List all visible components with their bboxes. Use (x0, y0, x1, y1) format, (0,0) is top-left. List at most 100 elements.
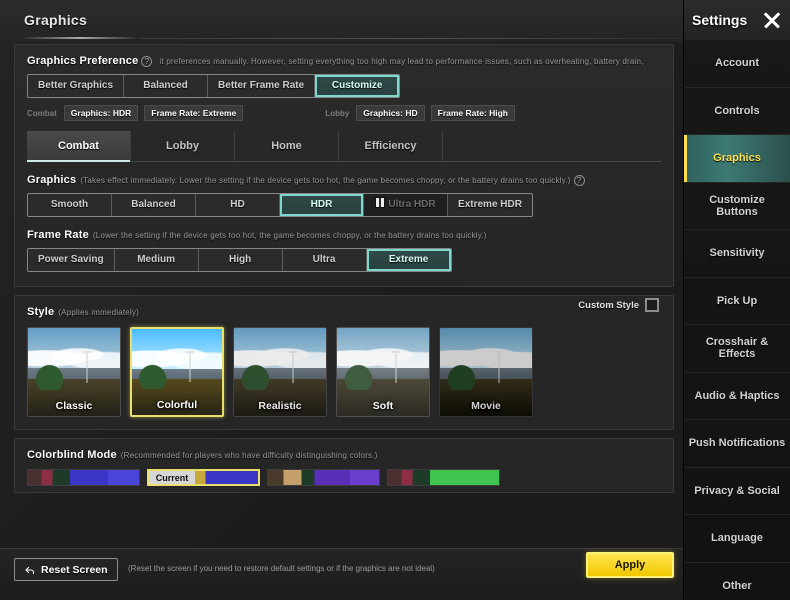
style-card-row[interactable]: Classic Colorful Realistic Soft Movie (27, 327, 661, 417)
sidebar-item-controls[interactable]: Controls (684, 88, 790, 135)
tab-efficiency[interactable]: Efficiency (339, 131, 443, 161)
sidebar-item-sensitivity[interactable]: Sensitivity (684, 230, 790, 278)
graphics-quality-description: (Takes effect immediately. Lower the set… (80, 176, 571, 185)
frame-rate-title: Frame Rate (27, 229, 89, 241)
frame-rate-option-high[interactable]: High (198, 249, 283, 271)
style-label-colorful: Colorful (156, 399, 198, 411)
preference-option-better-graphics[interactable]: Better Graphics (28, 75, 125, 97)
sidebar-item-graphics[interactable]: Graphics (684, 135, 790, 183)
graphics-option-hd[interactable]: HD (196, 194, 280, 216)
summary-combat-key: Combat (27, 108, 57, 118)
colorblind-swatch-row[interactable]: Current (27, 469, 661, 486)
colorblind-swatch-3[interactable] (267, 469, 380, 486)
bottom-bar: Reset Screen (Reset the screen if you ne… (0, 548, 683, 600)
thumbnail-tower (495, 350, 504, 383)
sidebar-item-privacy-social[interactable]: Privacy & Social (684, 468, 790, 515)
question-mark-icon[interactable]: ? (141, 55, 153, 67)
graphics-option-ultra-hdr: Ultra HDR (364, 194, 448, 216)
frame-rate-description: (Lower the setting if the device gets to… (92, 231, 487, 240)
colorblind-swatch-4[interactable] (387, 469, 500, 486)
graphics-preference-title: Graphics Preference (27, 55, 139, 67)
sidebar-header: Settings (684, 0, 790, 40)
style-label-movie: Movie (471, 400, 501, 412)
style-card-movie[interactable]: Movie (439, 327, 533, 417)
colorblind-title: Colorblind Mode (27, 449, 117, 461)
preference-summary-row: Combat Graphics: HDR Frame Rate: Extreme… (27, 105, 661, 121)
tab-combat[interactable]: Combat (27, 131, 131, 162)
apply-button[interactable]: Apply (586, 552, 674, 578)
settings-screen: Graphics Graphics Preference? it preferen… (0, 0, 790, 600)
summary-combat-frame-rate: Frame Rate: Extreme (144, 105, 244, 121)
frame-rate-option-power-saving[interactable]: Power Saving (28, 249, 115, 271)
colorblind-swatch-2[interactable]: Current (147, 469, 260, 486)
thumbnail-tree (445, 363, 477, 390)
page-title: Graphics (24, 12, 88, 28)
sidebar-item-other[interactable]: Other (684, 563, 790, 600)
style-label-classic: Classic (55, 400, 93, 412)
frame-rate-option-medium[interactable]: Medium (114, 249, 199, 271)
frame-rate-header: Frame Rate (Lower the setting if the devi… (27, 229, 661, 241)
colorblind-current-label: Current (149, 471, 195, 484)
graphics-option-hdr[interactable]: HDR (280, 194, 364, 216)
sidebar-item-account[interactable]: Account (684, 40, 790, 88)
graphics-quality-segmented[interactable]: Smooth Balanced HD HDR Ultra HDR Extreme… (27, 193, 533, 217)
title-divider (140, 38, 683, 39)
frame-rate-segmented[interactable]: Power Saving Medium High Ultra Extreme (27, 248, 452, 272)
style-title: Style (27, 306, 55, 318)
question-mark-icon[interactable]: ? (573, 174, 585, 186)
summary-combat-graphics: Graphics: HDR (63, 105, 139, 121)
sidebar-item-customize-buttons[interactable]: Customize Buttons (684, 183, 790, 230)
style-card-colorful[interactable]: Colorful (130, 327, 224, 417)
graphics-preference-header: Graphics Preference? it preferences manua… (27, 55, 661, 67)
style-description: (Applies immediately) (58, 308, 139, 317)
reset-screen-label: Reset Screen (41, 563, 108, 576)
thumbnail-tower (392, 350, 401, 383)
preference-option-balanced[interactable]: Balanced (124, 75, 209, 97)
title-underline (20, 37, 140, 39)
style-card-soft[interactable]: Soft (336, 327, 430, 417)
style-card-realistic[interactable]: Realistic (233, 327, 327, 417)
thumbnail-tower (186, 351, 195, 383)
custom-style-checkbox[interactable] (645, 298, 659, 312)
sidebar-title: Settings (692, 12, 748, 28)
preference-option-customize[interactable]: Customize (315, 75, 400, 97)
thumbnail-tree (33, 363, 65, 390)
graphics-option-smooth[interactable]: Smooth (28, 194, 112, 216)
style-card-classic[interactable]: Classic (27, 327, 121, 417)
thumbnail-tree (239, 363, 271, 390)
profile-tabs[interactable]: Combat Lobby Home Efficiency (27, 131, 661, 162)
close-icon[interactable] (762, 10, 782, 30)
graphics-preference-segmented[interactable]: Better Graphics Balanced Better Frame Ra… (27, 74, 401, 98)
top-bar: Graphics (0, 0, 683, 42)
style-label-soft: Soft (372, 400, 394, 412)
thumbnail-tower (289, 350, 298, 383)
graphics-quality-header: Graphics (Takes effect immediately. Lower… (27, 174, 661, 186)
lock-icon (375, 197, 386, 208)
reset-screen-description: (Reset the screen if you need to restore… (128, 564, 435, 573)
thumbnail-tower (83, 350, 92, 383)
sidebar-item-language[interactable]: Language (684, 515, 790, 563)
sidebar-item-pick-up[interactable]: Pick Up (684, 278, 790, 325)
sidebar-item-push-notifications[interactable]: Push Notifications (684, 420, 790, 468)
sidebar-item-crosshair-effects[interactable]: Crosshair & Effects (684, 325, 790, 373)
graphics-option-balanced[interactable]: Balanced (112, 194, 196, 216)
colorblind-header: Colorblind Mode (Recommended for players … (27, 449, 661, 461)
frame-rate-option-extreme[interactable]: Extreme (366, 249, 451, 271)
tab-home[interactable]: Home (235, 131, 339, 161)
reset-screen-button[interactable]: Reset Screen (14, 558, 118, 581)
style-label-realistic: Realistic (258, 400, 302, 412)
custom-style-toggle[interactable]: Custom Style (578, 298, 659, 312)
colorblind-swatch-1[interactable] (27, 469, 140, 486)
style-header: Style (Applies immediately) (27, 306, 661, 318)
thumbnail-tree (342, 363, 374, 390)
sidebar-item-audio-haptics[interactable]: Audio & Haptics (684, 373, 790, 420)
colorblind-panel: Colorblind Mode (Recommended for players … (14, 438, 674, 493)
summary-lobby-frame-rate: Frame Rate: High (430, 105, 515, 121)
graphics-option-extreme-hdr[interactable]: Extreme HDR (448, 194, 532, 216)
thumbnail-tree (137, 363, 168, 390)
summary-lobby-key: Lobby (325, 108, 350, 118)
tab-lobby[interactable]: Lobby (131, 131, 235, 161)
preference-option-better-frame-rate[interactable]: Better Frame Rate (208, 75, 316, 97)
summary-lobby-graphics: Graphics: HD (356, 105, 425, 121)
frame-rate-option-ultra[interactable]: Ultra (282, 249, 367, 271)
